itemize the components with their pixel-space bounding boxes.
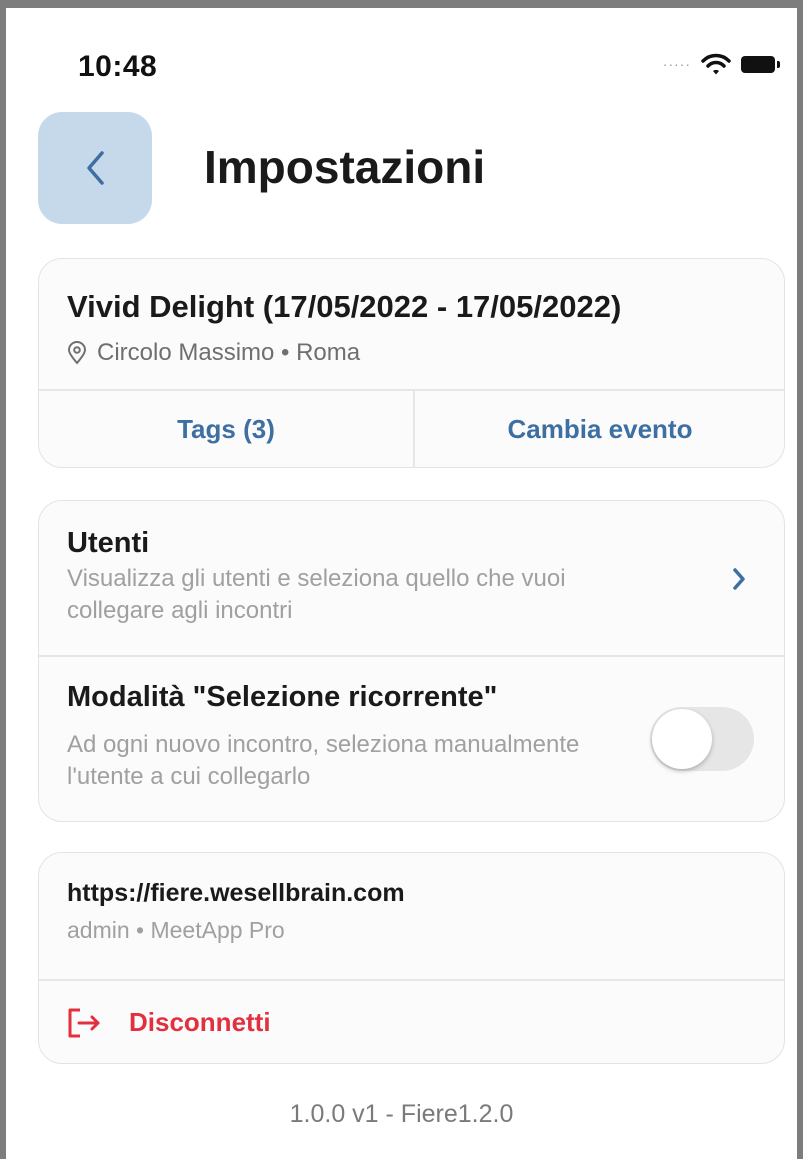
page-title: Impostazioni [204, 141, 486, 193]
users-title: Utenti [67, 527, 150, 559]
status-time: 10:48 [78, 50, 158, 83]
status-icons: ····· [662, 52, 780, 76]
tags-button[interactable]: Tags (3) [39, 414, 413, 445]
event-title: Vivid Delight (17/05/2022 - 17/05/2022) [67, 289, 622, 324]
logout-button[interactable]: Disconnetti [67, 1007, 271, 1038]
recurring-selection-toggle[interactable] [650, 707, 754, 771]
users-row[interactable]: Utenti Visualizza gli utenti e seleziona… [39, 501, 784, 655]
app-version: 1.0.0 v1 - Fiere1.2.0 [289, 1100, 514, 1128]
signal-dots-icon: ····· [662, 56, 691, 72]
battery-icon [741, 55, 780, 73]
logout-icon [68, 1008, 100, 1037]
mode-subtitle: Ad ogni nuovo incontro, seleziona manual… [67, 731, 580, 790]
event-location: Circolo Massimo • Roma [67, 339, 360, 367]
divider [39, 979, 784, 981]
account-info: admin • MeetApp Pro [67, 917, 285, 943]
location-pin-icon [67, 341, 87, 365]
divider [39, 655, 784, 657]
chevron-left-icon [87, 151, 104, 185]
toggle-knob [652, 709, 712, 769]
account-card: https://fiere.wesellbrain.com admin • Me… [38, 852, 785, 1064]
wifi-icon [701, 53, 731, 75]
event-location-text: Circolo Massimo • Roma [97, 339, 361, 366]
mode-title: Modalità "Selezione ricorrente" [67, 681, 498, 713]
event-card: Vivid Delight (17/05/2022 - 17/05/2022) … [38, 258, 785, 468]
logout-label: Disconnetti [129, 1007, 271, 1037]
server-url: https://fiere.wesellbrain.com [67, 879, 405, 907]
divider [39, 389, 784, 391]
users-subtitle: Visualizza gli utenti e seleziona quello… [67, 565, 566, 624]
back-button[interactable] [38, 112, 152, 224]
change-event-button[interactable]: Cambia evento [414, 414, 784, 445]
settings-card: Utenti Visualizza gli utenti e seleziona… [38, 500, 785, 822]
chevron-right-icon [733, 568, 745, 590]
